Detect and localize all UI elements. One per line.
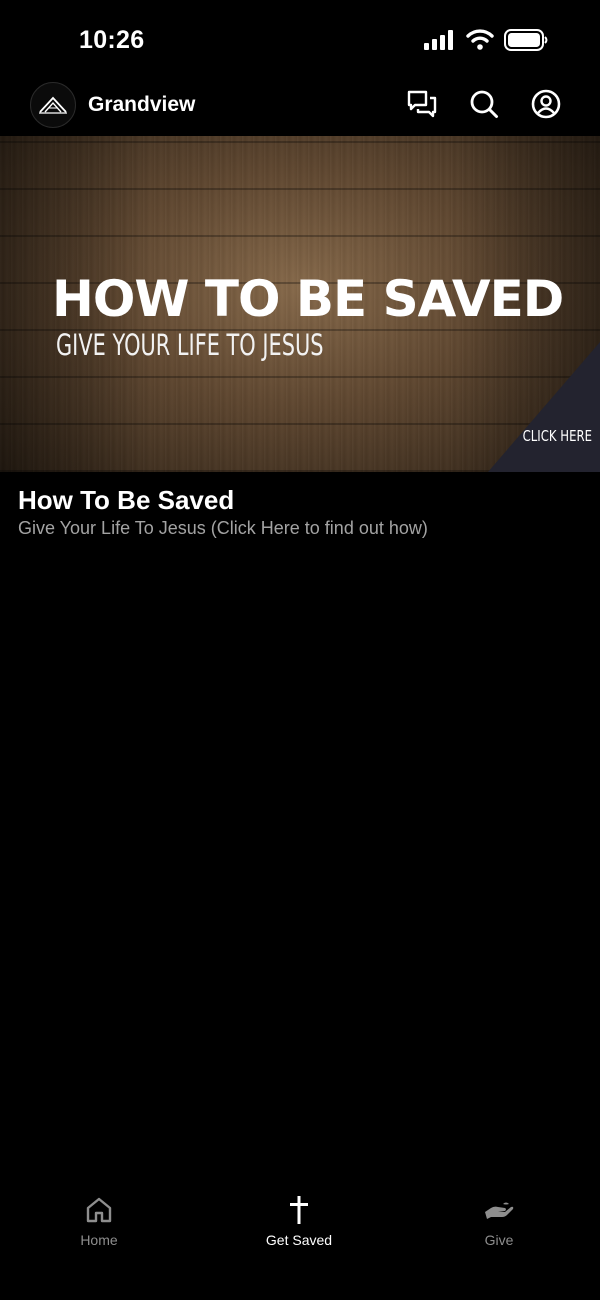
app-title: Grandview bbox=[88, 93, 196, 116]
tab-get-saved[interactable]: Get Saved bbox=[239, 1194, 359, 1248]
search-button[interactable] bbox=[468, 90, 500, 122]
status-bar: 10:26 bbox=[0, 0, 600, 80]
tab-home-label: Home bbox=[80, 1232, 118, 1248]
profile-icon bbox=[531, 89, 561, 124]
home-icon bbox=[83, 1194, 115, 1226]
banner-subheading: GIVE YOUR LIFE TO JESUS bbox=[56, 328, 324, 362]
item-title[interactable]: How To Be Saved bbox=[18, 485, 234, 516]
tab-give-label: Give bbox=[484, 1232, 514, 1248]
banner-heading: HOW TO BE SAVED bbox=[52, 270, 564, 328]
chat-icon bbox=[407, 89, 437, 124]
cellular-signal-icon bbox=[424, 30, 456, 55]
how-to-be-saved-banner[interactable]: HOW TO BE SAVED GIVE YOUR LIFE TO JESUS … bbox=[0, 136, 600, 472]
app-header: Grandview bbox=[0, 80, 600, 136]
tab-home[interactable]: Home bbox=[39, 1194, 159, 1248]
tab-bar: Home Get Saved Give bbox=[0, 1186, 600, 1300]
mountain-logo-icon[interactable] bbox=[30, 82, 76, 128]
tab-give[interactable]: Give bbox=[439, 1194, 559, 1248]
status-icons bbox=[424, 29, 548, 56]
wifi-icon bbox=[466, 29, 494, 56]
search-icon bbox=[469, 89, 499, 124]
home-indicator bbox=[200, 1284, 400, 1290]
cross-icon bbox=[283, 1194, 315, 1226]
banner-click-here[interactable]: CLICK HERE bbox=[523, 427, 592, 445]
giving-hand-icon bbox=[483, 1194, 515, 1226]
header-actions bbox=[406, 89, 562, 124]
status-time: 10:26 bbox=[79, 26, 145, 54]
battery-icon bbox=[504, 29, 548, 56]
tab-get-saved-label: Get Saved bbox=[265, 1232, 333, 1248]
chat-button[interactable] bbox=[406, 90, 438, 122]
item-subtitle: Give Your Life To Jesus (Click Here to f… bbox=[18, 518, 428, 538]
profile-button[interactable] bbox=[530, 89, 562, 124]
